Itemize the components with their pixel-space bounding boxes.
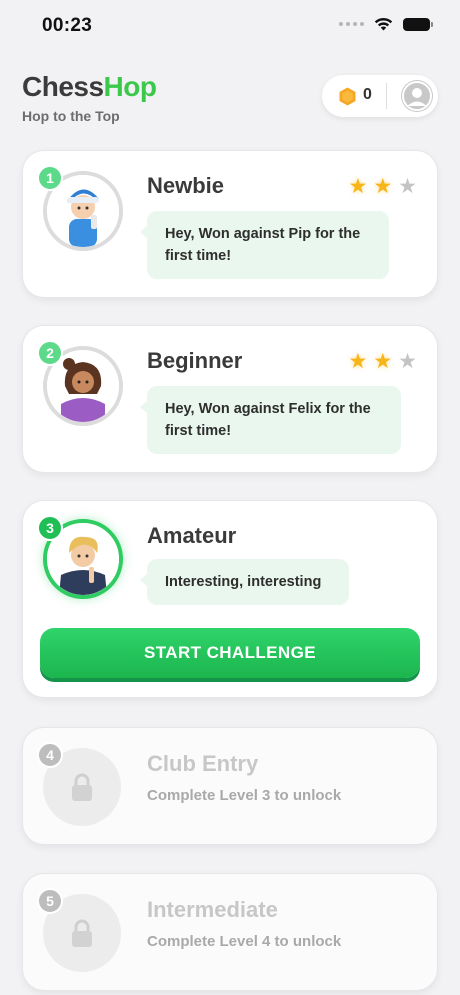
- level-title: Newbie: [147, 173, 225, 198]
- app-logo: ChessHop: [22, 70, 157, 104]
- level-number-badge: 1: [37, 165, 63, 191]
- coin-icon: [339, 87, 356, 106]
- speech-bubble: Interesting, interesting: [140, 559, 349, 605]
- tagline: Hop to the Top: [22, 108, 120, 124]
- unlock-requirement: Complete Level 4 to unlock: [147, 933, 342, 950]
- coin-balance-pill[interactable]: 0: [322, 75, 438, 117]
- wifi-icon: [374, 17, 393, 31]
- level-title: Club Entry: [147, 751, 259, 776]
- level-card-4: 4 Club Entry Complete Level 3 to unlock: [22, 727, 438, 845]
- star-filled-icon: ★: [373, 350, 393, 373]
- level-number-badge: 4: [37, 742, 63, 768]
- level-number-badge: 2: [37, 340, 63, 366]
- start-challenge-button[interactable]: START CHALLENGE: [40, 628, 420, 678]
- star-filled-icon: ★: [348, 175, 368, 198]
- status-bar: 00:23: [0, 0, 460, 52]
- star-filled-icon: ★: [373, 175, 393, 198]
- level-number-badge: 3: [37, 515, 63, 541]
- star-empty-icon: ★: [398, 175, 417, 198]
- brand: ChessHop Hop to the Top: [22, 70, 157, 124]
- lock-icon: [72, 773, 92, 801]
- level-card-5: 5 Intermediate Complete Level 4 to unloc…: [22, 873, 438, 991]
- status-icons: [339, 17, 433, 31]
- speech-bubble: Hey, Won against Pip for the first time!: [140, 211, 389, 279]
- level-number-badge: 5: [37, 888, 63, 914]
- level-card-1[interactable]: 1 Newbie ★ ★ ★ Hey, Won against Pip for …: [22, 150, 438, 298]
- unlock-requirement: Complete Level 3 to unlock: [147, 787, 342, 804]
- level-title: Amateur: [147, 523, 237, 548]
- battery-icon: [403, 17, 433, 31]
- signal-icon: [339, 22, 364, 26]
- profile-avatar-button[interactable]: [401, 80, 433, 112]
- level-card-3[interactable]: 3 Amateur Interesting, interesting START…: [22, 500, 438, 698]
- lock-icon: [72, 919, 92, 947]
- user-icon: [402, 81, 432, 111]
- star-rating: ★ ★ ★: [349, 351, 417, 373]
- star-filled-icon: ★: [348, 350, 368, 373]
- star-rating: ★ ★ ★: [349, 176, 417, 198]
- level-title: Intermediate: [147, 897, 278, 922]
- coin-count: 0: [363, 86, 372, 103]
- speech-bubble: Hey, Won against Felix for the first tim…: [140, 386, 401, 454]
- level-card-2[interactable]: 2 Beginner ★ ★ ★ Hey, Won against Felix …: [22, 325, 438, 473]
- status-time: 00:23: [42, 15, 93, 36]
- logo-text-hop: Hop: [103, 71, 157, 102]
- divider: [386, 83, 387, 109]
- star-empty-icon: ★: [398, 350, 417, 373]
- level-title: Beginner: [147, 348, 243, 373]
- logo-text-chess: Chess: [22, 71, 104, 102]
